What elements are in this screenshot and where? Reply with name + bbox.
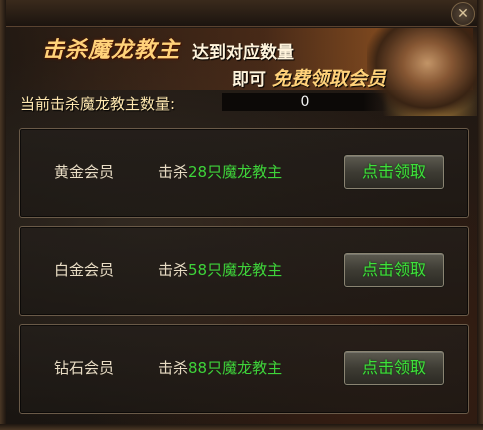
kill-count-label: 当前击杀魔龙教主数量: bbox=[20, 95, 176, 113]
frame-border-right bbox=[477, 0, 483, 430]
claim-button-platinum[interactable]: 点击领取 bbox=[344, 253, 444, 287]
requirement-prefix: 击杀 bbox=[158, 163, 189, 181]
reward-tier-name: 白金会员 bbox=[54, 261, 115, 279]
requirement-prefix: 击杀 bbox=[158, 359, 189, 377]
claim-button-gold[interactable]: 点击领取 bbox=[344, 155, 444, 189]
reward-tier-name: 黄金会员 bbox=[54, 163, 115, 181]
reward-tier-name: 钻石会员 bbox=[54, 359, 115, 377]
banner-subtitle-line2: 即可 免费领取会员 bbox=[232, 64, 386, 91]
close-icon[interactable]: ✕ bbox=[451, 2, 475, 26]
banner-subtitle-line1: 达到对应数量 bbox=[192, 43, 294, 63]
reward-row-gold: 黄金会员 击杀28只魔龙教主 点击领取 bbox=[19, 128, 469, 218]
requirement-prefix: 击杀 bbox=[158, 261, 189, 279]
reward-row-platinum: 白金会员 击杀58只魔龙教主 点击领取 bbox=[19, 226, 469, 316]
reward-row-diamond: 钻石会员 击杀88只魔龙教主 点击领取 bbox=[19, 324, 469, 414]
banner-subtitle-prefix: 即可 bbox=[232, 70, 266, 90]
reward-requirement: 击杀88只魔龙教主 bbox=[158, 325, 282, 413]
kill-count-value: 0 bbox=[300, 94, 310, 110]
requirement-count: 88只魔龙教主 bbox=[188, 359, 283, 377]
banner-title: 击杀魔龙教主 bbox=[42, 37, 181, 63]
banner-subtitle-emphasis: 免费领取会员 bbox=[271, 68, 386, 90]
requirement-count: 58只魔龙教主 bbox=[188, 261, 283, 279]
reward-requirement: 击杀28只魔龙教主 bbox=[158, 129, 282, 217]
reward-requirement: 击杀58只魔龙教主 bbox=[158, 227, 282, 315]
requirement-count: 28只魔龙教主 bbox=[188, 163, 283, 181]
frame-border-bottom bbox=[0, 424, 483, 430]
claim-button-diamond[interactable]: 点击领取 bbox=[344, 351, 444, 385]
